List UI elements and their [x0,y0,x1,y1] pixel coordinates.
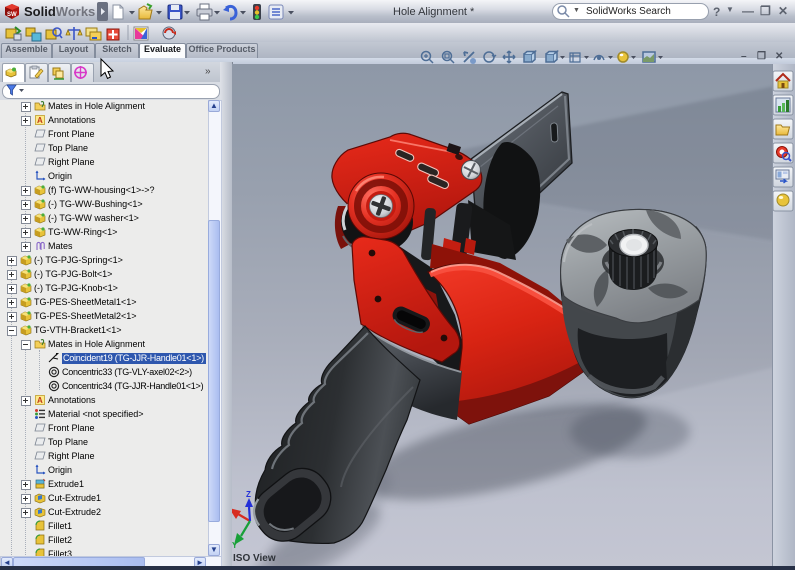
svg-text:Y: Y [232,541,238,550]
svg-text:Z: Z [246,490,251,499]
svg-text:SW: SW [7,12,17,18]
svg-text:A: A [37,116,43,125]
svg-text:A: A [37,396,43,405]
